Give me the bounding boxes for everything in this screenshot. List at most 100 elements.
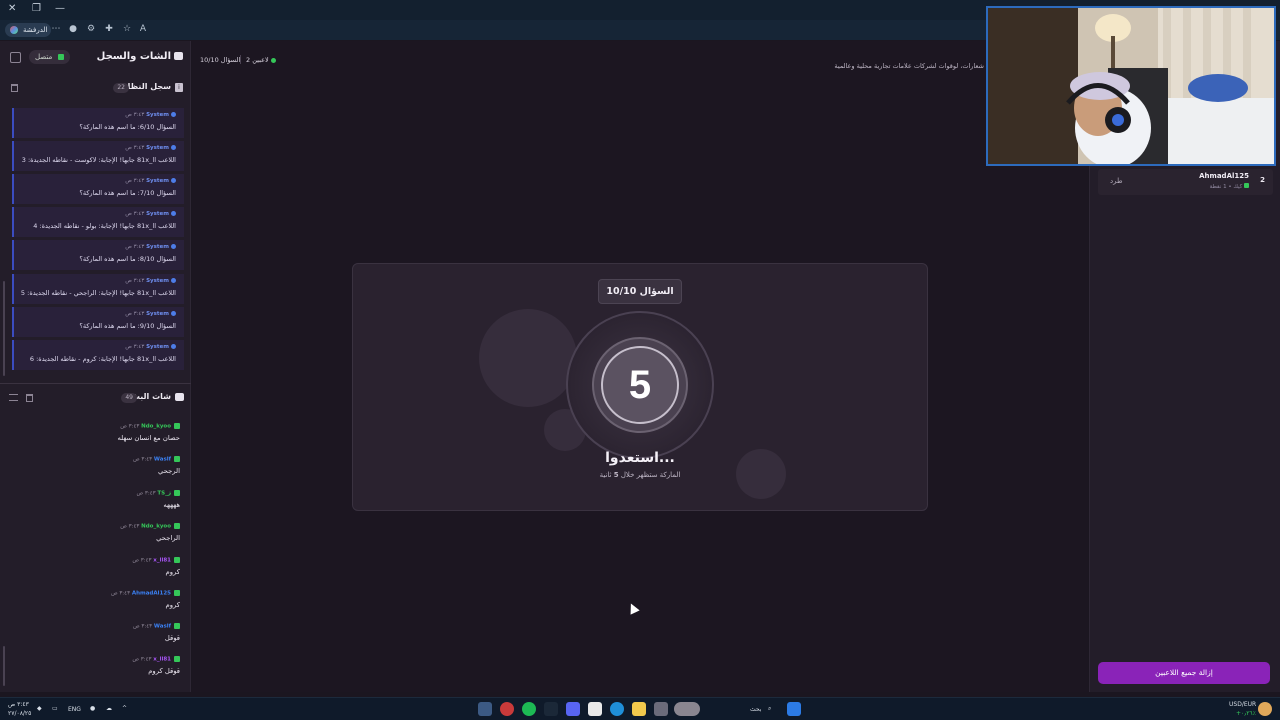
chat-text: كروم [165,568,180,576]
entry-text: اللاعب 81x_ll جابها! الإجابة: لاكوست - ن… [21,156,176,164]
chat-text: ههههه [163,501,180,509]
system-dot-icon [171,278,176,283]
entry-meta: ٣:٤٣ ص System [125,178,176,184]
system-dot-icon [171,344,176,349]
search-label[interactable]: بحث [750,706,761,713]
chat-username[interactable]: x_ll81 [153,657,171,663]
wifi-icon[interactable]: ◆ [37,705,42,712]
cloud-icon[interactable]: ☁ [106,705,112,712]
game-main-area: السؤال 10/10 2 لاعبين شعارات، لوقوات لشر… [192,41,1088,692]
entry-text: اللاعب 81x_ll جابها! الإجابة: الراجحي - … [20,289,176,297]
read-aloud-icon[interactable]: A [137,23,149,35]
system-log-scrollbar[interactable] [3,281,5,376]
system-dot-icon [171,244,176,249]
collapse-panel-icon[interactable] [10,52,21,63]
store-app-icon[interactable] [588,702,602,716]
system-log-entry: ٣:٤٣ ص System اللاعب 81x_ll جابها! الإجا… [12,141,184,171]
chat-text: قوقل كروم [148,667,180,675]
discord-app-icon[interactable] [566,702,580,716]
system-dot-icon [171,145,176,150]
favorites-icon[interactable]: ☆ [121,23,133,35]
chat-username[interactable]: Waslf [154,624,171,630]
panel-title: الشات والسجل [96,51,171,62]
kick-badge-icon [174,557,180,563]
account-icon[interactable]: ● [67,23,79,35]
status-label: متصل [35,53,53,61]
puzzle-icon[interactable]: ✚ [103,23,115,35]
entry-meta: ٣:٤٣ ص System [125,112,176,118]
currency-change[interactable]: +٠٫٢٦٪ [1236,710,1256,717]
spotify-app-icon[interactable] [522,702,536,716]
profile-button[interactable]: الدرفشة [5,23,52,37]
kick-badge-icon [174,423,180,429]
chat-meta: ٣:٤٣ ص Waslf [133,456,180,463]
chat-meta: ٣:٤٣ ص Waslf [133,623,180,630]
start-button-icon[interactable] [787,702,801,716]
stream-chat-header: شات البث 49 [0,389,191,407]
filter-list-icon[interactable] [9,394,18,401]
chat-message: ٣:٤٣ ص x_ll81 قوقل كروم [10,656,180,686]
language-indicator[interactable]: ENG [68,706,81,713]
question-badge: السؤال 10/10 [598,279,682,304]
microphone-icon[interactable]: ● [90,705,95,712]
monitor-icon[interactable]: ▭ [52,705,58,712]
subtitle-seconds: 5 [613,471,619,479]
chat-time: ٣:٤٣ ص [132,656,152,663]
app-icon[interactable] [654,702,668,716]
kick-player-button[interactable]: طرد [1110,177,1123,185]
chat-time: ٣:٤٣ ص [132,623,153,630]
chat-bubble-icon [175,393,184,401]
chat-username[interactable]: x_ll81 [153,558,171,564]
chat-username[interactable]: Ndo_kyoo [141,424,171,430]
currency-pair[interactable]: USD/EUR [1229,701,1256,708]
widget-icon[interactable] [674,702,700,716]
remove-all-players-button[interactable]: إزالة جميع اللاعبين [1098,662,1270,684]
player-name: AhmadAl125 [1199,172,1249,180]
chat-username[interactable]: Waslf [154,457,171,463]
players-count: 2 لاعبين [246,56,276,64]
windows-taskbar: ٣:٤٣ ص ٢٧/٠٨/٢٥ ◆ ▭ ENG ● ☁ ^ بحث ⌕ USD/… [0,697,1280,720]
entry-meta: ٣:٤٣ ص System [125,311,176,317]
chat-meta: ٣:٤٣ ص Ndo_kyoo [120,423,180,430]
entry-time: ٣:٤٣ ص [125,178,145,184]
menu-dots-icon[interactable]: ⋯ [50,23,62,35]
extensions-icon[interactable]: ⚙ [85,23,97,35]
entry-sender: System [146,112,169,118]
countdown-number: 5 [628,363,652,407]
clock-time[interactable]: ٣:٤٣ ص [8,701,29,708]
clear-chat-trash-icon[interactable] [26,394,33,402]
system-log-entry: ٣:٤٣ ص System اللاعب 81x_ll جابها! الإجا… [12,340,184,370]
settings-app-icon[interactable] [478,702,492,716]
entry-time: ٣:٤٣ ص [125,244,145,250]
close-window-icon[interactable]: ✕ [8,3,16,14]
chat-time: ٣:٤٣ ص [132,456,153,463]
kick-badge-icon [174,490,180,496]
minimize-window-icon[interactable]: — [55,3,65,14]
chat-message: ٣:٤٣ ص TS_ز ههههه [10,490,180,520]
steam-app-icon[interactable] [544,702,558,716]
chrome-app-icon[interactable] [500,702,514,716]
restore-window-icon[interactable]: ❐ [32,3,41,14]
entry-time: ٣:٤٣ ص [125,211,145,217]
file-explorer-icon[interactable] [632,702,646,716]
webcam-feed-image [988,8,1274,164]
system-log-list[interactable]: ٣:٤٣ ص System السؤال 6/10: ما اسم هذه ال… [12,108,186,378]
system-dot-icon [171,178,176,183]
countdown-card: السؤال 10/10 5 استعدوا... الماركة ستظهر … [352,263,928,511]
decorative-bubble [479,309,577,407]
chat-username[interactable]: Ndo_kyoo [141,524,171,530]
clock-date[interactable]: ٢٧/٠٨/٢٥ [8,710,31,717]
chat-username[interactable]: TS_ز [157,491,171,497]
webcam-overlay [986,6,1276,166]
chat-username[interactable]: AhmadAl125 [132,591,171,597]
search-icon[interactable]: ⌕ [768,705,771,713]
chat-scrollbar[interactable] [3,646,5,686]
weather-icon[interactable] [1258,702,1272,716]
edge-app-icon[interactable] [610,702,624,716]
player-rank: 2 [1260,176,1265,184]
clear-log-trash-icon[interactable] [11,84,18,92]
system-log-count: 22 [113,83,129,93]
panel-header: الشات والسجل متصل [0,41,191,75]
category-subtitle: شعارات، لوقوات لشركات علامات تجارية محلي… [834,62,984,70]
tray-chevron-icon[interactable]: ^ [122,705,127,712]
